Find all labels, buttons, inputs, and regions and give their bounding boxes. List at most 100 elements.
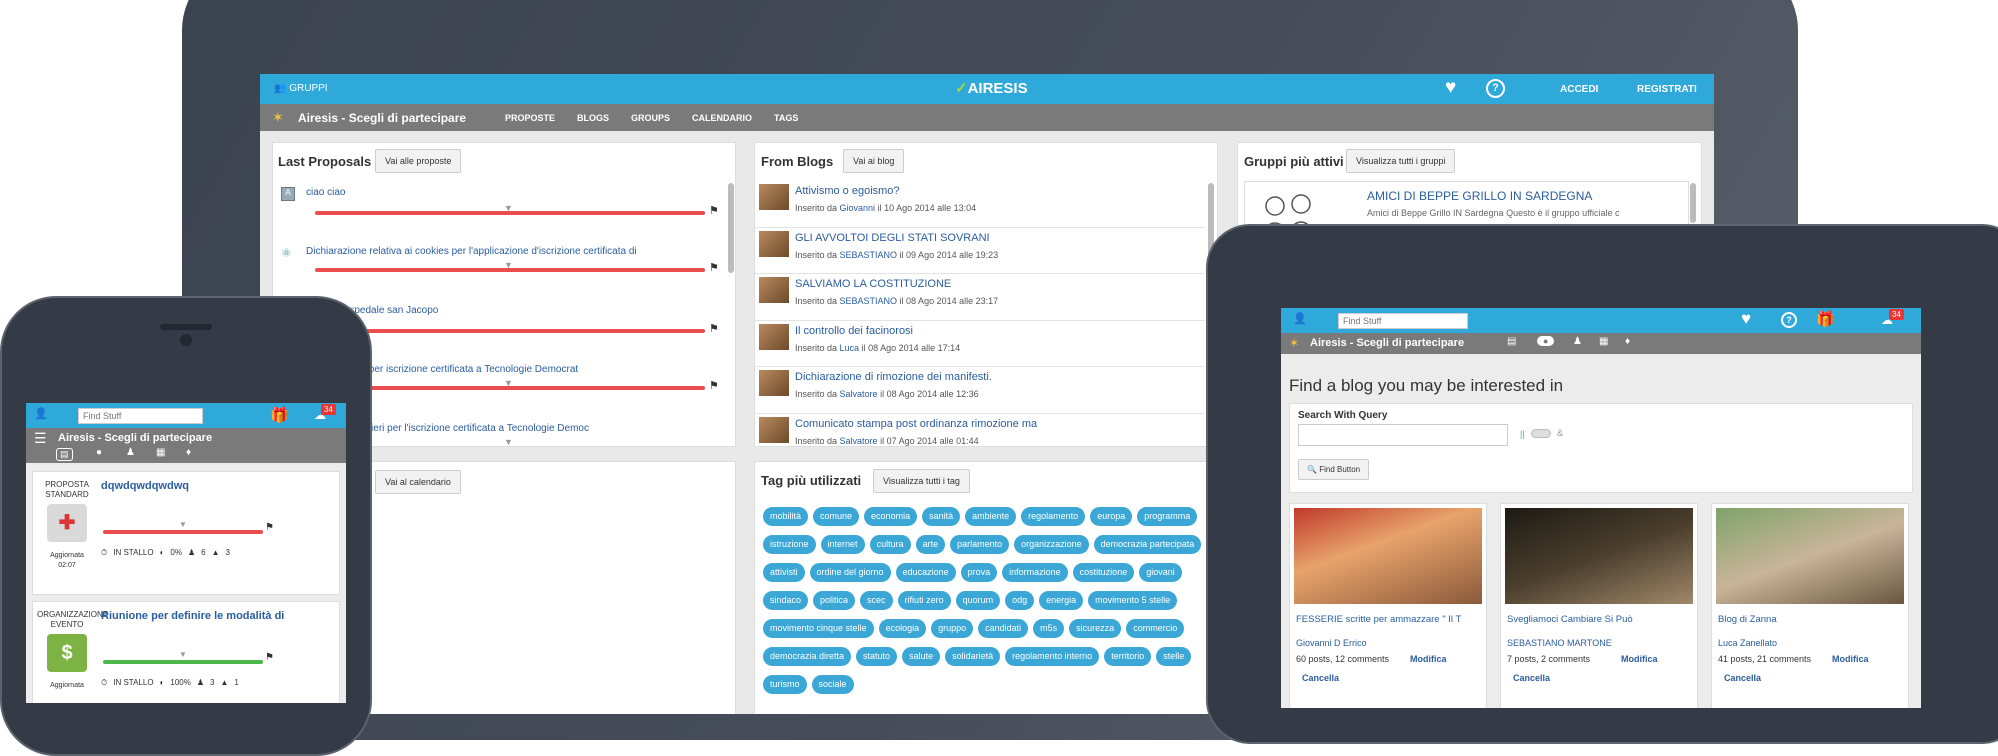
author-link[interactable]: Salvatore — [840, 389, 878, 399]
author-link[interactable]: Luca — [840, 343, 860, 353]
tag-pill[interactable]: ordine del giorno — [809, 563, 891, 582]
blog-post-title[interactable]: Attivismo o egoismo? — [795, 185, 900, 197]
tag-pill[interactable]: rifiuti zero — [897, 591, 951, 610]
tag-pill[interactable]: quorum — [955, 591, 1001, 610]
tag-pill[interactable]: educazione — [895, 563, 956, 582]
phone-proposal-card[interactable]: ORGANIZZAZIONE EVENTO $ Aggiornata Riunione… — [32, 601, 340, 703]
tag-pill[interactable]: solidarietà — [945, 647, 1001, 666]
delete-blog-link[interactable]: Cancella — [1724, 673, 1761, 683]
author-link[interactable]: SEBASTIANO — [840, 250, 898, 260]
author-link[interactable]: Salvatore — [840, 436, 878, 446]
blog-post-title[interactable]: SALVIAMO LA COSTITUZIONE — [795, 278, 951, 290]
blog-card-title[interactable]: FESSERIE scritte per ammazzare " Il T — [1296, 614, 1461, 625]
blog-author-photo[interactable] — [1716, 508, 1904, 604]
tag-pill[interactable]: regolamento — [1021, 507, 1086, 526]
proposals-scrollbar[interactable] — [728, 183, 734, 273]
tag-pill[interactable]: parlamento — [950, 535, 1010, 554]
group-name[interactable]: AMICI DI BEPPE GRILLO IN SARDEGNA — [1367, 189, 1592, 203]
search-query-input[interactable] — [1298, 424, 1508, 446]
phone-site-title[interactable]: Airesis - Scegli di partecipare — [58, 432, 212, 444]
tag-pill[interactable]: arte — [915, 535, 946, 554]
groups-icon[interactable]: ♟ — [1573, 336, 1582, 347]
tag-pill[interactable]: attivisti — [763, 563, 805, 582]
gift-icon[interactable]: 🎁 — [270, 406, 289, 424]
author-link[interactable]: Giovanni — [840, 203, 876, 213]
tags-icon[interactable]: ♦ — [1625, 336, 1630, 347]
tag-pill[interactable]: scec — [860, 591, 893, 610]
tag-pill[interactable]: commercio — [1126, 619, 1185, 638]
site-title[interactable]: Airesis - Scegli di partecipare — [298, 111, 466, 125]
blog-post-item[interactable]: SALVIAMO LA COSTITUZIONE Inserito da SEBA… — [755, 274, 1205, 321]
blog-card-title[interactable]: Svegliamoci Cambiare Si Può — [1507, 614, 1633, 625]
blog-post-title[interactable]: Il controllo dei facinorosi — [795, 325, 913, 337]
notification-badge[interactable]: 34 — [321, 404, 336, 415]
tag-pill[interactable]: prova — [960, 563, 998, 582]
phone-proposal-title[interactable]: dqwdqwdqwdwq — [101, 480, 189, 492]
tags-icon[interactable]: ♦ — [186, 447, 191, 458]
tag-pill[interactable]: democrazia partecipata — [1093, 535, 1202, 554]
tag-pill[interactable]: odg — [1005, 591, 1035, 610]
blog-post-item[interactable]: Dichiarazione di rimozione dei manifesti… — [755, 367, 1205, 414]
tag-pill[interactable]: statuto — [856, 647, 898, 666]
tag-pill[interactable]: ambiente — [965, 507, 1017, 526]
find-button[interactable]: 🔍 Find Button — [1298, 459, 1370, 480]
blog-card[interactable]: FESSERIE scritte per ammazzare " Il T Gio… — [1289, 503, 1487, 708]
tag-pill[interactable]: candidati — [978, 619, 1029, 638]
proposal-item[interactable]: A ciao ciao ▼ ⚑ — [279, 187, 719, 227]
proposal-item[interactable]: ⚛ Dichiarazione relativa ai cookies per … — [279, 246, 719, 286]
nav-proposte[interactable]: PROPOSTE — [505, 113, 555, 123]
tag-pill[interactable]: cultura — [869, 535, 911, 554]
blog-card-title[interactable]: Blog di Zanna — [1718, 614, 1777, 625]
tag-pill[interactable]: politica — [813, 591, 856, 610]
blog-post-item[interactable]: GLI AVVOLTOI DEGLI STATI SOVRANI Inserito… — [755, 228, 1205, 274]
blog-post-title[interactable]: GLI AVVOLTOI DEGLI STATI SOVRANI — [795, 232, 990, 244]
blog-card-author[interactable]: Giovanni D Errico — [1296, 638, 1367, 648]
proposal-title[interactable]: ciao ciao — [306, 187, 345, 198]
blog-post-item[interactable]: Il controllo dei facinorosi Inserito da L… — [755, 321, 1205, 367]
tag-pill[interactable]: comune — [813, 507, 860, 526]
tag-pill[interactable]: m5s — [1033, 619, 1065, 638]
phone-proposal-card[interactable]: PROPOSTA STANDARD ✚ Aggiornata 02:07 dqwdqwd… — [32, 471, 340, 595]
edit-blog-link[interactable]: Modifica — [1621, 654, 1658, 664]
tag-pill[interactable]: movimento cinque stelle — [763, 619, 874, 638]
tablet-site-title[interactable]: Airesis - Scegli di partecipare — [1310, 337, 1464, 349]
tag-pill[interactable]: regolamento interno — [1005, 647, 1100, 666]
view-all-tags-button[interactable]: Visualizza tutti i tag — [873, 469, 970, 493]
tag-pill[interactable]: informazione — [1002, 563, 1068, 582]
tag-pill[interactable]: istruzione — [763, 535, 816, 554]
blog-card[interactable]: Blog di Zanna Luca Zanellato 41 posts, 21 … — [1711, 503, 1909, 708]
tag-pill[interactable]: stelle — [1156, 647, 1192, 666]
tag-pill[interactable]: organizzazione — [1014, 535, 1089, 554]
tag-pill[interactable]: sindaco — [763, 591, 809, 610]
blog-post-item[interactable]: Comunicato stampa post ordinanza rimozio… — [755, 414, 1205, 447]
blog-post-item[interactable]: Attivismo o egoismo? Inserito da Giovanni… — [755, 181, 1205, 228]
search-mode-toggle[interactable] — [1531, 429, 1551, 438]
delete-blog-link[interactable]: Cancella — [1513, 673, 1550, 683]
nav-calendario[interactable]: CALENDARIO — [692, 113, 752, 123]
register-link[interactable]: REGISTRATI — [1637, 84, 1697, 95]
tag-pill[interactable]: movimento 5 stelle — [1088, 591, 1178, 610]
tag-pill[interactable]: sicurezza — [1069, 619, 1122, 638]
blog-card-author[interactable]: Luca Zanellato — [1718, 638, 1777, 648]
help-icon[interactable]: ? — [1486, 79, 1505, 98]
help-icon[interactable]: ? — [1781, 312, 1797, 328]
groups-scrollbar[interactable] — [1690, 183, 1696, 223]
view-all-groups-button[interactable]: Visualizza tutti i gruppi — [1346, 149, 1456, 173]
go-to-blogs-button[interactable]: Vai ai blog — [843, 149, 905, 173]
tag-pill[interactable]: energia — [1039, 591, 1084, 610]
tag-pill[interactable]: democrazia diretta — [763, 647, 852, 666]
proposal-title[interactable]: Dichiarazione relativa ai cookies per l'… — [306, 246, 637, 257]
proposals-icon[interactable]: ▤ — [1507, 336, 1516, 347]
user-icon[interactable]: 👤 — [1293, 312, 1307, 325]
tag-pill[interactable]: internet — [820, 535, 865, 554]
blog-icon[interactable]: ● — [1537, 336, 1555, 346]
proposals-icon[interactable]: ▤ — [56, 448, 73, 461]
airesis-logo[interactable]: ✓AIRESIS — [955, 79, 1028, 97]
phone-proposal-title[interactable]: Riunione per definire le modalità di — [101, 610, 284, 622]
tag-pill[interactable]: giovani — [1139, 563, 1182, 582]
groups-link[interactable]: 👥 GRUPPI — [274, 83, 328, 94]
heart-icon[interactable]: ♥ — [1741, 309, 1751, 329]
tablet-search-input[interactable] — [1338, 313, 1468, 329]
gift-icon[interactable]: 🎁 — [1816, 310, 1835, 328]
tag-pill[interactable]: sociale — [811, 675, 854, 694]
